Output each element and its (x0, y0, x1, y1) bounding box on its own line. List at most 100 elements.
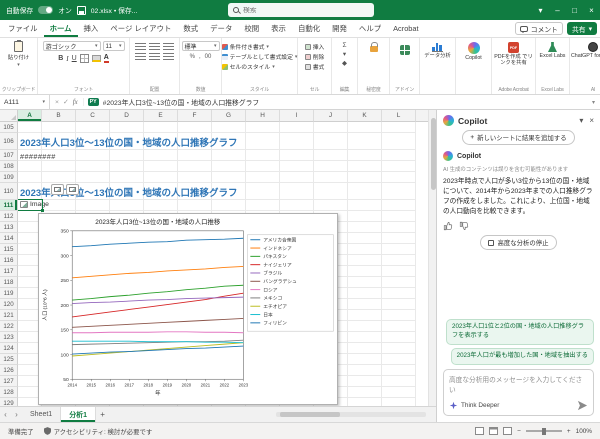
comma-button[interactable]: , (199, 54, 201, 60)
row-header-111[interactable]: 111 (0, 200, 18, 211)
ribbon-tab-ファイル[interactable]: ファイル (2, 20, 44, 37)
stop-advanced-analysis-button[interactable]: 高度な分析の停止 (480, 235, 556, 250)
sensitivity-button[interactable] (370, 42, 378, 52)
thumbs-down-icon[interactable] (459, 221, 469, 231)
copilot-button[interactable]: Copilot (465, 42, 482, 61)
row-header-125[interactable]: 125 (0, 354, 18, 365)
ribbon-tab-自動化[interactable]: 自動化 (292, 20, 326, 37)
cell-A111[interactable]: Image (20, 201, 49, 208)
column-header-M[interactable]: M (416, 110, 428, 122)
percent-button[interactable]: % (190, 54, 195, 60)
align-top-button[interactable] (135, 43, 146, 51)
autosave-toggle[interactable] (38, 6, 53, 14)
cell-A107[interactable]: ######## (20, 152, 56, 161)
pane-close-icon[interactable]: × (589, 116, 594, 125)
ribbon-tab-開発[interactable]: 開発 (326, 20, 353, 37)
chatgpt-button[interactable]: ChatGPT for Excel (571, 42, 600, 59)
ribbon-tab-ページ レイアウト[interactable]: ページ レイアウト (104, 20, 177, 37)
row-header-117[interactable]: 117 (0, 266, 18, 277)
embedded-chart[interactable]: 2023年人口3位~13位の国・地域の人口推移50100150200250300… (38, 213, 338, 405)
row-header-109[interactable]: 109 (0, 172, 18, 183)
row-header-114[interactable]: 114 (0, 233, 18, 244)
row-header-128[interactable]: 128 (0, 387, 18, 398)
grid-row-107[interactable] (18, 150, 416, 161)
copilot-suggestion-1[interactable]: 2023年人口1位と2位の国・地域の人口推移グラフを表示する (446, 319, 594, 345)
autosum-button[interactable]: Σ (342, 42, 347, 49)
grid-row-109[interactable] (18, 172, 416, 183)
row-header-112[interactable]: 112 (0, 211, 18, 222)
horizontal-scrollbar[interactable] (276, 412, 426, 417)
new-sheet-button[interactable]: + (96, 407, 109, 422)
copilot-input-card[interactable]: Think Deeper (443, 369, 594, 416)
sheet-nav-right-icon[interactable]: › (11, 407, 22, 422)
grid-row-111[interactable] (18, 200, 416, 211)
row-header-113[interactable]: 113 (0, 222, 18, 233)
ribbon-tab-データ[interactable]: データ (204, 20, 238, 37)
align-left-button[interactable] (135, 53, 146, 61)
enter-icon[interactable]: ✓ (63, 98, 69, 106)
row-header-115[interactable]: 115 (0, 244, 18, 255)
bold-button[interactable]: B (58, 55, 63, 62)
row-header-108[interactable]: 108 (0, 161, 18, 172)
ribbon-tab-ホーム[interactable]: ホーム (44, 20, 78, 37)
data-analysis-button[interactable]: データ分析 (424, 42, 451, 59)
cancel-icon[interactable]: × (55, 99, 59, 106)
page-layout-view-button[interactable] (489, 427, 498, 435)
ribbon-tab-挿入[interactable]: 挿入 (78, 20, 105, 37)
sheet-tab-分析1[interactable]: 分析1 (61, 407, 96, 422)
page-break-view-button[interactable] (503, 427, 512, 435)
comments-button[interactable]: コメント (515, 22, 563, 35)
formula-bar-expand-icon[interactable]: ▾ (587, 99, 600, 106)
format-as-table-button[interactable]: テーブルとして書式設定▾ (222, 52, 298, 61)
share-button[interactable]: 共有 ▾ (567, 22, 597, 35)
name-box[interactable]: A111 ▾ (0, 95, 50, 110)
row-header-127[interactable]: 127 (0, 376, 18, 387)
grid-row-108[interactable] (18, 161, 416, 172)
align-middle-button[interactable] (149, 43, 160, 51)
vertical-scrollbar-thumb[interactable] (431, 118, 436, 190)
column-header-G[interactable]: G (212, 110, 246, 122)
column-header-B[interactable]: B (42, 110, 76, 122)
sheet-nav-left-icon[interactable]: ‹ (0, 407, 11, 422)
row-header-107[interactable]: 107 (0, 150, 18, 161)
row-header-116[interactable]: 116 (0, 255, 18, 266)
insert-function-icon[interactable]: fx (73, 99, 78, 106)
addins-button[interactable] (400, 42, 410, 55)
grid-area[interactable]: 2023年人口3位~13位の国・地域の人口推移50100150200250300… (18, 122, 428, 406)
add-results-to-sheet-button[interactable]: + 新しいシートに結果を追加する (462, 130, 574, 145)
italic-button[interactable]: I (66, 55, 68, 63)
maximize-button[interactable]: □ (566, 0, 583, 20)
fill-button[interactable]: ▾ (342, 50, 347, 58)
font-size-select[interactable]: 11▾ (103, 41, 125, 51)
row-header-122[interactable]: 122 (0, 321, 18, 332)
align-bottom-button[interactable] (163, 43, 174, 51)
row-header-120[interactable]: 120 (0, 299, 18, 310)
formula-input[interactable]: #2023年人口3位~13位の国・地域の人口推移グラフ (103, 97, 587, 107)
accessibility-status[interactable]: アクセシビリティ: 検討が必要です (44, 427, 153, 436)
ribbon-options-icon[interactable]: ▾ (532, 0, 549, 20)
align-right-button[interactable] (163, 53, 174, 61)
minimize-button[interactable]: – (549, 0, 566, 20)
copilot-input[interactable] (449, 374, 588, 398)
close-button[interactable]: × (583, 0, 600, 20)
create-pdf-button[interactable]: PDF PDFを作成 でリンクを共有 (492, 42, 535, 67)
row-header-118[interactable]: 118 (0, 277, 18, 288)
format-cells-button[interactable]: 書式 (305, 62, 325, 71)
column-header-C[interactable]: C (76, 110, 110, 122)
send-button[interactable] (577, 400, 588, 411)
font-color-button[interactable]: A (104, 54, 109, 63)
row-header-106[interactable]: 106 (0, 133, 18, 150)
row-header-123[interactable]: 123 (0, 332, 18, 343)
conditional-formatting-button[interactable]: 条件付き書式▾ (222, 42, 298, 51)
grid-row-105[interactable] (18, 122, 416, 133)
normal-view-button[interactable] (475, 427, 484, 435)
column-header-A[interactable]: A (18, 110, 42, 122)
vertical-scrollbar[interactable] (428, 110, 436, 406)
row-header-110[interactable]: 110 (0, 183, 18, 200)
cell-A106[interactable]: 2023年人口3位〜13位の国・地域の人口推移グラフ (20, 135, 238, 149)
zoom-level[interactable]: 100% (576, 428, 592, 435)
search-input[interactable] (243, 7, 369, 14)
column-header-J[interactable]: J (314, 110, 348, 122)
save-icon[interactable] (77, 6, 86, 15)
align-center-button[interactable] (149, 53, 160, 61)
